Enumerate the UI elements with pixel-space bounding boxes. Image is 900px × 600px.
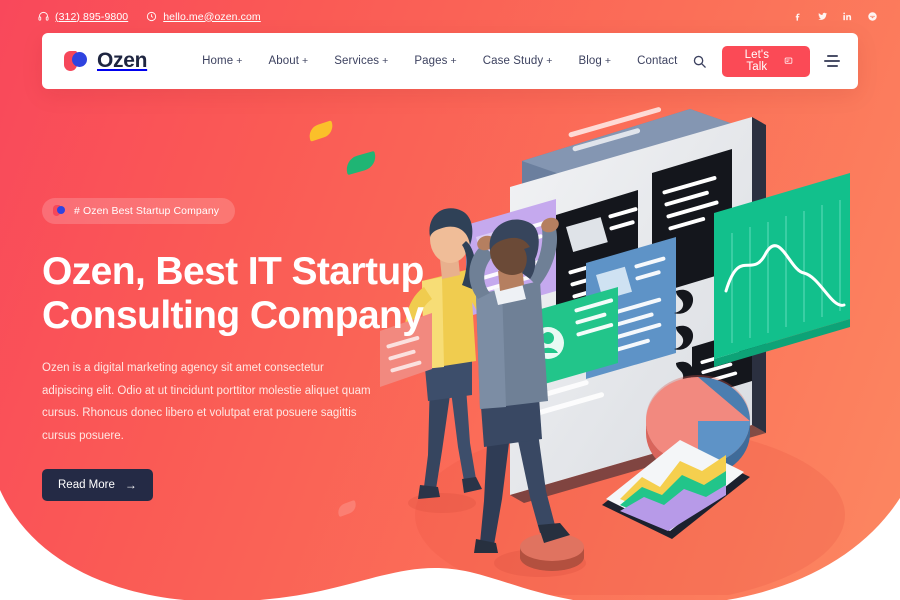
nav-plus-blog: + bbox=[604, 55, 612, 67]
linkedin-link[interactable] bbox=[842, 11, 853, 22]
hamburger-line-1 bbox=[827, 55, 838, 57]
arrow-right-icon: → bbox=[124, 478, 137, 493]
nav-item-about[interactable]: About + bbox=[255, 55, 321, 67]
nav-plus-services: + bbox=[382, 55, 389, 67]
nav-label-blog: Blog bbox=[578, 55, 602, 67]
nav-label-home: Home bbox=[202, 55, 234, 67]
chat-icon bbox=[784, 57, 793, 64]
badge-dot-shape bbox=[57, 206, 65, 214]
top-utility-bar: (312) 895-9800 hello.me@ozen.com bbox=[0, 0, 900, 33]
phone-text: (312) 895-9800 bbox=[55, 10, 129, 23]
badge-logo-icon bbox=[53, 205, 66, 217]
ozen-logo-icon bbox=[64, 50, 88, 72]
globe-icon bbox=[147, 11, 157, 22]
contact-group: (312) 895-9800 hello.me@ozen.com bbox=[38, 11, 261, 23]
hero-paragraph: Ozen is a digital marketing agency sit a… bbox=[42, 362, 371, 442]
hero-illustration bbox=[380, 107, 850, 595]
hero-badge-text: # Ozen Best Startup Company bbox=[74, 205, 220, 217]
facebook-link[interactable] bbox=[792, 11, 803, 22]
hamburger-line-3 bbox=[827, 65, 838, 67]
hero-content: # Ozen Best Startup Company Ozen, Best I… bbox=[42, 198, 442, 502]
nav-item-home[interactable]: Home + bbox=[189, 55, 255, 67]
phone-link[interactable]: (312) 895-9800 bbox=[38, 11, 128, 23]
hero-badge: # Ozen Best Startup Company bbox=[42, 198, 236, 224]
brand-name: Ozen bbox=[97, 49, 148, 72]
nav-label-contact: Contact bbox=[637, 55, 678, 67]
lets-talk-button[interactable]: Let's Talk bbox=[721, 45, 810, 77]
read-more-button[interactable]: Read More → bbox=[42, 469, 153, 502]
nav-label-about: About bbox=[268, 55, 300, 67]
email-link[interactable]: hello.me@ozen.com bbox=[146, 11, 261, 23]
dribbble-icon bbox=[868, 12, 877, 21]
facebook-icon bbox=[795, 13, 800, 21]
nav-label-pages: Pages bbox=[414, 55, 448, 67]
logo-dot-shape bbox=[72, 52, 87, 67]
read-more-label: Read More bbox=[58, 479, 115, 492]
nav-item-pages[interactable]: Pages + bbox=[401, 55, 469, 67]
nav-plus-pages: + bbox=[450, 55, 457, 67]
search-icon bbox=[693, 55, 706, 68]
page-root: (312) 895-9800 hello.me@ozen.com Ozen Ho… bbox=[0, 0, 900, 600]
nav-item-contact[interactable]: Contact bbox=[624, 55, 690, 67]
nav-label-services: Services bbox=[334, 55, 380, 67]
nav-plus-home: + bbox=[236, 55, 243, 67]
hamburger-icon[interactable] bbox=[824, 51, 840, 71]
lets-talk-label: Let's Talk bbox=[744, 49, 770, 73]
headphone-icon bbox=[38, 11, 49, 21]
navbar-actions: Let's Talk bbox=[690, 45, 840, 77]
nav-item-blog[interactable]: Blog + bbox=[565, 55, 624, 67]
brand-logo[interactable]: Ozen bbox=[64, 49, 147, 73]
nav-plus-case-study: + bbox=[546, 55, 553, 67]
social-links bbox=[792, 11, 878, 22]
linkedin-icon bbox=[843, 12, 852, 21]
nav-label-case-study: Case Study bbox=[482, 55, 544, 67]
nav-plus-about: + bbox=[302, 55, 309, 67]
email-text: hello.me@ozen.com bbox=[163, 10, 261, 23]
main-navbar: Ozen Home + About + Services + Pages + Case … bbox=[42, 33, 858, 89]
search-button[interactable] bbox=[690, 50, 707, 72]
nav-item-case-study[interactable]: Case Study + bbox=[470, 55, 566, 67]
hamburger-line-2 bbox=[824, 60, 840, 62]
hero-title: Ozen, Best IT Startup Consulting Company bbox=[42, 250, 424, 337]
primary-navigation: Home + About + Services + Pages + Case Study… bbox=[189, 55, 690, 67]
nav-item-services[interactable]: Services + bbox=[321, 55, 401, 67]
dribbble-link[interactable] bbox=[867, 11, 878, 22]
twitter-icon bbox=[818, 12, 828, 20]
twitter-link[interactable] bbox=[817, 11, 828, 22]
